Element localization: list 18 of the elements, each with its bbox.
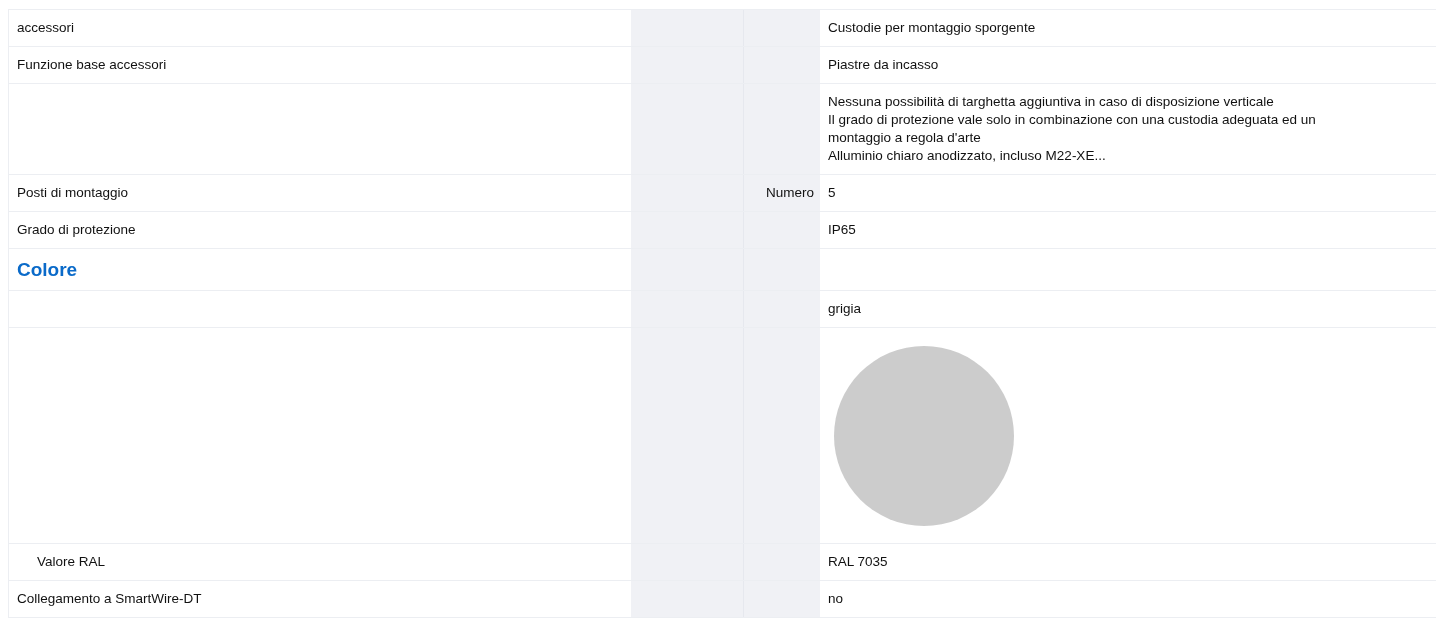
- property-label: Valore RAL: [37, 554, 106, 569]
- section-heading: Colore: [17, 259, 78, 280]
- property-value: Il grado di protezione vale solo in combinazione con una custodia adeguata ed un montaggio a regola d'arte: [828, 111, 1317, 147]
- property-label: Grado di protezione: [17, 222, 136, 237]
- property-value: Nessuna possibilità di targhetta aggiuntiva in caso di disposizione verticale: [828, 93, 1275, 111]
- property-value: Piastre da incasso: [828, 56, 940, 74]
- property-value: IP65: [828, 221, 857, 239]
- property-value: no: [828, 590, 845, 608]
- property-label: Funzione base accessori: [17, 57, 167, 72]
- unit-label: Numero: [766, 185, 814, 200]
- property-value: RAL 7035: [828, 553, 889, 571]
- property-value: Alluminio chiaro anodizzato, incluso M22-XE...: [828, 147, 1107, 165]
- property-value: grigia: [828, 300, 863, 318]
- property-label: Collegamento a SmartWire-DT: [17, 591, 202, 606]
- property-value: 5: [828, 184, 837, 202]
- property-label: Posti di montaggio: [17, 185, 129, 200]
- property-label: accessori: [17, 20, 75, 35]
- property-value: Custodie per montaggio sporgente: [828, 19, 1037, 37]
